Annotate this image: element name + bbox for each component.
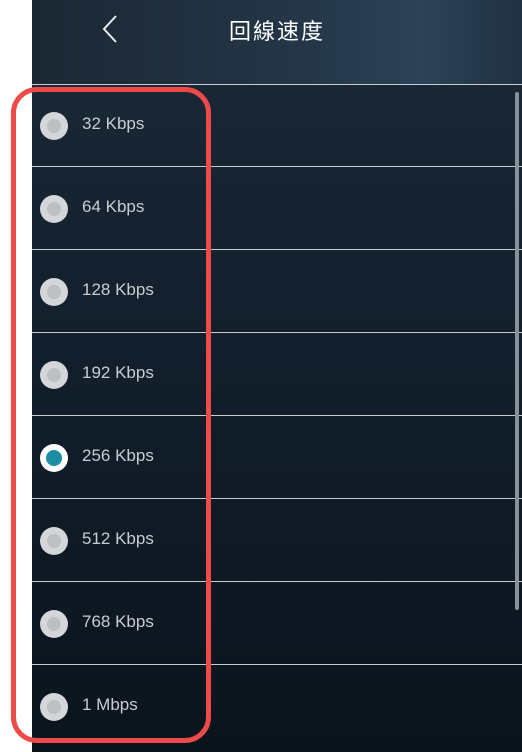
speed-option-label: 32 Kbps [82,114,145,133]
speed-option-label: 1 Mbps [82,695,138,714]
settings-screen: 回線速度 32 Kbps 64 Kbps 128 Kbps 192 Kbps 2… [32,0,522,752]
speed-option-label: 64 Kbps [82,197,145,216]
row-divider [32,166,522,167]
row-divider [32,332,522,333]
speed-option-label: 128 Kbps [82,280,154,299]
radio-dot [46,450,62,466]
row-divider [32,581,522,582]
speed-option-64kbps[interactable]: 64 Kbps [32,168,522,250]
radio-dot [47,119,61,133]
row-divider [32,498,522,499]
speed-option-label: 192 Kbps [82,363,154,382]
scrollbar[interactable] [515,92,519,610]
speed-option-256kbps[interactable]: 256 Kbps [32,417,522,499]
speed-option-512kbps[interactable]: 512 Kbps [32,500,522,582]
radio-dot [47,285,61,299]
radio-button[interactable] [40,195,68,223]
radio-dot [47,617,61,631]
radio-dot [47,534,61,548]
radio-button[interactable] [40,278,68,306]
radio-button-selected[interactable] [40,444,68,472]
radio-button[interactable] [40,527,68,555]
speed-option-128kbps[interactable]: 128 Kbps [32,251,522,333]
speed-option-768kbps[interactable]: 768 Kbps [32,583,522,665]
speed-option-192kbps[interactable]: 192 Kbps [32,334,522,416]
speed-option-label: 768 Kbps [82,612,154,631]
header-bar: 回線速度 [32,0,522,84]
radio-dot [47,368,61,382]
row-divider [32,415,522,416]
row-divider [32,249,522,250]
row-divider [32,664,522,665]
speed-option-label: 256 Kbps [82,446,154,465]
radio-dot [47,202,61,216]
speed-option-32kbps[interactable]: 32 Kbps [32,85,522,167]
speed-option-label: 512 Kbps [82,529,154,548]
radio-button[interactable] [40,361,68,389]
radio-button[interactable] [40,112,68,140]
radio-button[interactable] [40,610,68,638]
page-title: 回線速度 [228,20,325,45]
speed-option-1mbps[interactable]: 1 Mbps [32,666,522,748]
radio-button[interactable] [40,693,68,721]
radio-dot [47,700,61,714]
